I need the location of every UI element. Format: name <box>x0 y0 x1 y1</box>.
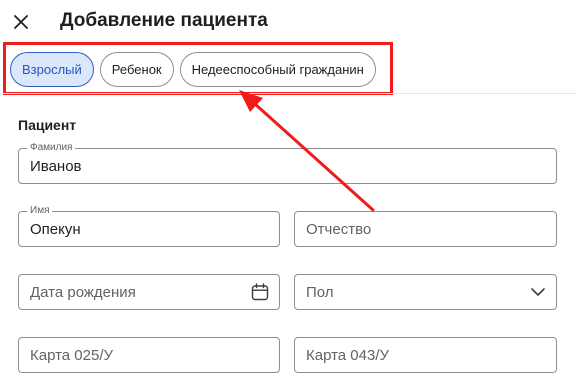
card-025-placeholder: Карта 025/У <box>30 346 114 364</box>
page-title: Добавление пациента <box>60 10 268 31</box>
first-name-value: Опекун <box>30 220 81 238</box>
last-name-field[interactable]: Фамилия Иванов <box>18 142 557 184</box>
tab-incapacitated[interactable]: Недееспособный гражданин <box>179 52 376 87</box>
birth-date-placeholder: Дата рождения <box>30 283 136 301</box>
middle-name-placeholder: Отчество <box>306 220 372 238</box>
patient-type-tabs: Взрослый Ребенок Недееспособный граждани… <box>10 52 376 87</box>
calendar-icon[interactable] <box>251 283 269 301</box>
last-name-value: Иванов <box>30 157 82 175</box>
tab-adult[interactable]: Взрослый <box>10 52 94 87</box>
middle-name-field[interactable]: Отчество <box>294 211 557 247</box>
card-043-field[interactable]: Карта 043/У <box>294 337 557 373</box>
first-name-field[interactable]: Имя Опекун <box>18 205 280 247</box>
gender-placeholder: Пол <box>306 283 334 301</box>
card-043-placeholder: Карта 043/У <box>306 346 390 364</box>
divider <box>0 93 576 94</box>
birth-date-field[interactable]: Дата рождения <box>18 274 280 310</box>
last-name-label: Фамилия <box>27 142 76 154</box>
gender-select[interactable]: Пол <box>294 274 557 310</box>
chevron-down-icon <box>530 287 546 297</box>
first-name-label: Имя <box>27 205 53 217</box>
tab-child[interactable]: Ребенок <box>99 52 174 87</box>
add-patient-dialog: Добавление пациента Взрослый Ребенок Нед… <box>0 0 576 389</box>
close-icon <box>14 15 28 29</box>
section-title: Пациент <box>18 117 77 133</box>
card-025-field[interactable]: Карта 025/У <box>18 337 280 373</box>
close-button[interactable] <box>8 9 34 35</box>
